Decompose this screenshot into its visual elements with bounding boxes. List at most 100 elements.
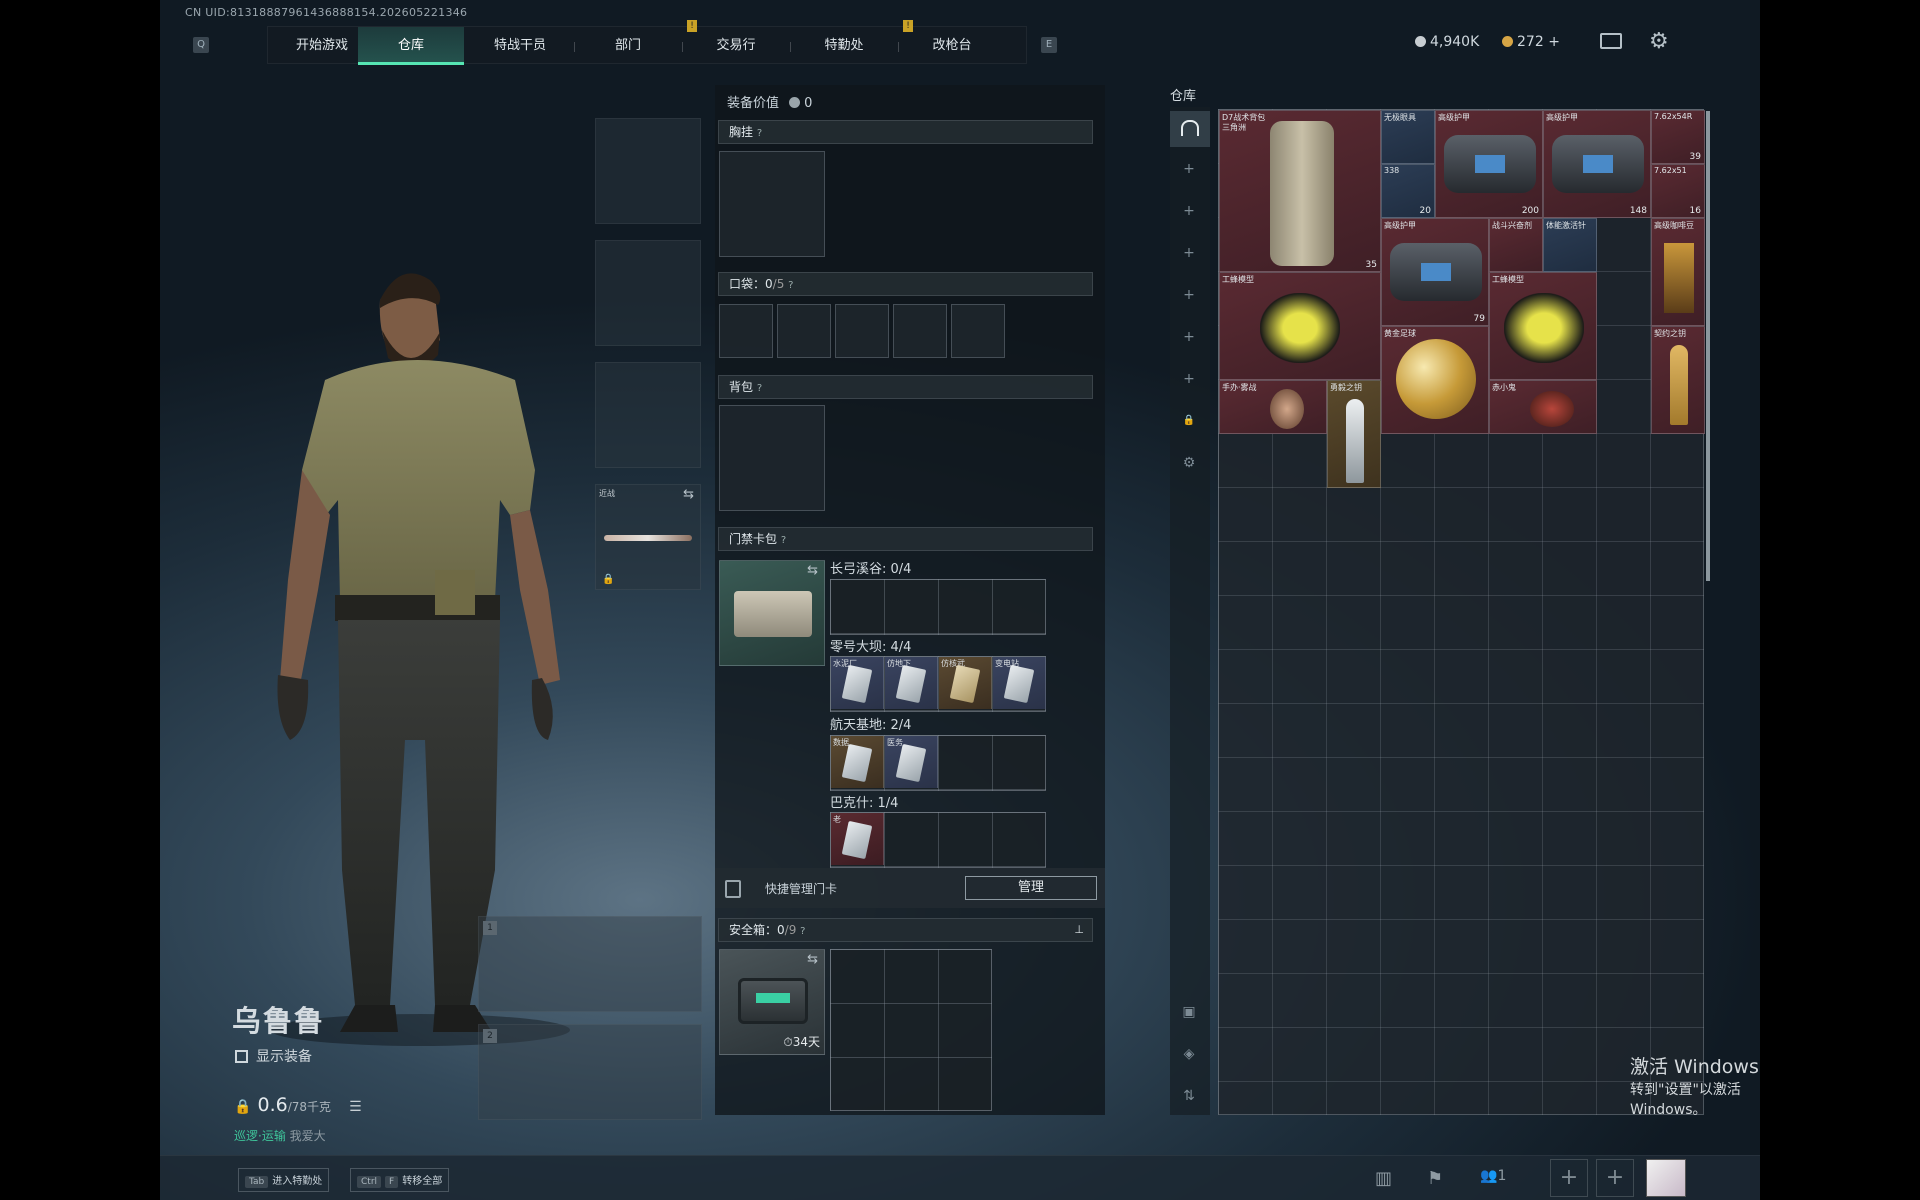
keycard-item[interactable]: 变电站: [993, 657, 1046, 709]
prev-tab-key[interactable]: Q: [193, 37, 209, 53]
portrait-icon[interactable]: ▣: [1182, 1005, 1196, 1019]
warehouse-item[interactable]: 7.62x51 16: [1651, 164, 1705, 218]
gold-coin-icon: [1502, 36, 1513, 47]
pocket-slot[interactable]: [893, 304, 947, 358]
silver-currency[interactable]: 4,940K: [1415, 34, 1479, 50]
mail-icon[interactable]: [1600, 33, 1622, 49]
add-currency-button[interactable]: +: [1548, 34, 1560, 50]
list-icon[interactable]: ☰: [349, 1099, 362, 1115]
pistol-slot[interactable]: [595, 362, 701, 468]
warehouse-item[interactable]: 契约之钥: [1651, 326, 1705, 434]
tab-special-ops[interactable]: 特勤处: [790, 27, 898, 65]
tab-department[interactable]: 部门: [574, 27, 682, 65]
chest-rig-slot[interactable]: [719, 151, 825, 257]
keycard-item[interactable]: 老: [831, 813, 884, 865]
add-tab-icon[interactable]: +: [1182, 330, 1196, 344]
sort-icon[interactable]: ⇅: [1182, 1089, 1196, 1103]
wasp-model-image: [1504, 293, 1584, 363]
warehouse-item[interactable]: 手办·雾战: [1219, 380, 1327, 434]
pocket-slot[interactable]: [951, 304, 1005, 358]
manage-button[interactable]: 管理: [965, 876, 1097, 900]
add-tab-icon[interactable]: +: [1182, 246, 1196, 260]
warehouse-item[interactable]: 黄金足球: [1381, 326, 1489, 434]
warehouse-item[interactable]: 338 20: [1381, 164, 1435, 218]
value-coin-icon: [789, 97, 801, 108]
add-tab-icon[interactable]: +: [1182, 372, 1196, 386]
add-tab-icon[interactable]: +: [1182, 162, 1196, 176]
keycard-item[interactable]: 仿核武: [939, 657, 992, 709]
enter-special-ops-hint[interactable]: Tab 进入特勤处: [238, 1168, 330, 1192]
keycard-holder-slot[interactable]: ⇆: [719, 560, 825, 666]
gold-currency[interactable]: 272 +: [1502, 34, 1560, 50]
tab-operators[interactable]: 特战干员: [466, 27, 574, 65]
keycard-item[interactable]: 医务: [885, 736, 938, 788]
warehouse-item[interactable]: 战斗兴奋剂: [1489, 218, 1543, 272]
pocket-slot[interactable]: [719, 304, 773, 358]
secondary-weapon-slot[interactable]: 2: [478, 1024, 702, 1120]
keycard-item[interactable]: 仿地下: [885, 657, 938, 709]
next-tab-key[interactable]: E: [1041, 37, 1057, 53]
flag-icon[interactable]: ⚑: [1427, 1168, 1443, 1189]
warehouse-item[interactable]: 赤小鬼: [1489, 380, 1597, 434]
silver-coin-icon: [1415, 36, 1426, 47]
melee-slot[interactable]: 近战 ⇆ 🔒: [595, 484, 701, 590]
warehouse-item[interactable]: 高级护甲 200: [1435, 110, 1543, 218]
warehouse-item[interactable]: 体能激活针: [1543, 218, 1597, 272]
warehouse-item[interactable]: 勇毅之钥: [1327, 380, 1381, 488]
tab-gunsmith[interactable]: 改枪台: [898, 27, 1006, 65]
pocket-slot[interactable]: [777, 304, 831, 358]
add-tab-icon[interactable]: +: [1182, 288, 1196, 302]
tab-trade[interactable]: 交易行: [682, 27, 790, 65]
warehouse-item[interactable]: 7.62x54R 39: [1651, 110, 1705, 164]
warehouse-side-tabs: + + + + + + 🔒 ⚙ ▣ ◈ ⇅: [1170, 107, 1210, 1115]
warehouse-item[interactable]: 高级护甲 79: [1381, 218, 1489, 326]
keycard-grid-bakesh[interactable]: 老: [830, 812, 1046, 868]
keycard-grid-space[interactable]: 数据 医务: [830, 735, 1046, 791]
main-nav: 开始游戏 仓库 特战干员 部门 交易行 特勤处 改枪台: [267, 26, 1027, 65]
windows-activation-watermark: 激活 Windows 转到"设置"以激活 Windows。: [1630, 1056, 1759, 1118]
warehouse-item[interactable]: D7战术背包 三角洲 35: [1219, 110, 1381, 272]
warehouse-item[interactable]: 工蜂模型: [1219, 272, 1381, 380]
swap-icon[interactable]: ⇆: [807, 952, 818, 967]
key-image: [1670, 345, 1688, 425]
gear-icon[interactable]: ⚙: [1182, 456, 1196, 470]
keycard-item[interactable]: 数据: [831, 736, 884, 788]
settings-gear-icon[interactable]: ⚙: [1649, 29, 1669, 54]
game-window: CN UID:81318887961436888154.202605221346…: [160, 0, 1760, 1200]
keycard-grid-dam[interactable]: 水泥厂 仿地下 仿核武 变电站: [830, 656, 1046, 712]
checkbox[interactable]: [235, 1050, 248, 1063]
safebox-grid[interactable]: [830, 949, 992, 1111]
pocket-slot[interactable]: [835, 304, 889, 358]
warehouse-scrollbar[interactable]: [1706, 111, 1710, 581]
warehouse-grid[interactable]: D7战术背包 三角洲 35 无极眼具 338 20 高级护甲 200 高级护甲 148 …: [1218, 109, 1705, 1115]
knife-image: [604, 535, 692, 541]
backpack-slot[interactable]: [719, 405, 825, 511]
keycard-item[interactable]: 水泥厂: [831, 657, 884, 709]
safebox-slot[interactable]: ⇆ ⏱34天: [719, 949, 825, 1055]
swap-icon[interactable]: ⇆: [807, 563, 818, 578]
transfer-all-hint[interactable]: Ctrl F 转移全部: [350, 1168, 450, 1192]
layers-icon[interactable]: ◈: [1182, 1047, 1196, 1061]
primary-weapon-slot[interactable]: 1: [478, 916, 702, 1012]
show-gear-toggle[interactable]: 显示装备: [235, 1046, 312, 1066]
warehouse-item[interactable]: 无极眼具: [1381, 110, 1435, 164]
pin-icon[interactable]: ⊥: [1074, 919, 1084, 941]
equipment-value: 装备价值 0: [727, 96, 813, 111]
warehouse-item[interactable]: 高级护甲 148: [1543, 110, 1651, 218]
swap-icon[interactable]: ⇆: [683, 487, 694, 502]
team-icon[interactable]: 👥1: [1480, 1168, 1506, 1184]
add-tab-icon[interactable]: +: [1182, 204, 1196, 218]
keycard-grid-changgong[interactable]: [830, 579, 1046, 635]
helmet-slot[interactable]: [595, 118, 701, 224]
ops-alert-icon: !: [903, 20, 913, 32]
invite-slot-button[interactable]: +: [1550, 1159, 1588, 1197]
warehouse-main-tab[interactable]: [1170, 111, 1210, 147]
player-avatar[interactable]: [1646, 1159, 1686, 1197]
stats-icon[interactable]: ▥: [1375, 1168, 1392, 1189]
melee-label: 近战: [599, 489, 615, 498]
armor-slot[interactable]: [595, 240, 701, 346]
tab-warehouse[interactable]: 仓库: [358, 27, 464, 65]
warehouse-item[interactable]: 工蜂模型: [1489, 272, 1597, 380]
warehouse-item[interactable]: 高级咖啡豆: [1651, 218, 1705, 326]
invite-slot-button[interactable]: +: [1596, 1159, 1634, 1197]
